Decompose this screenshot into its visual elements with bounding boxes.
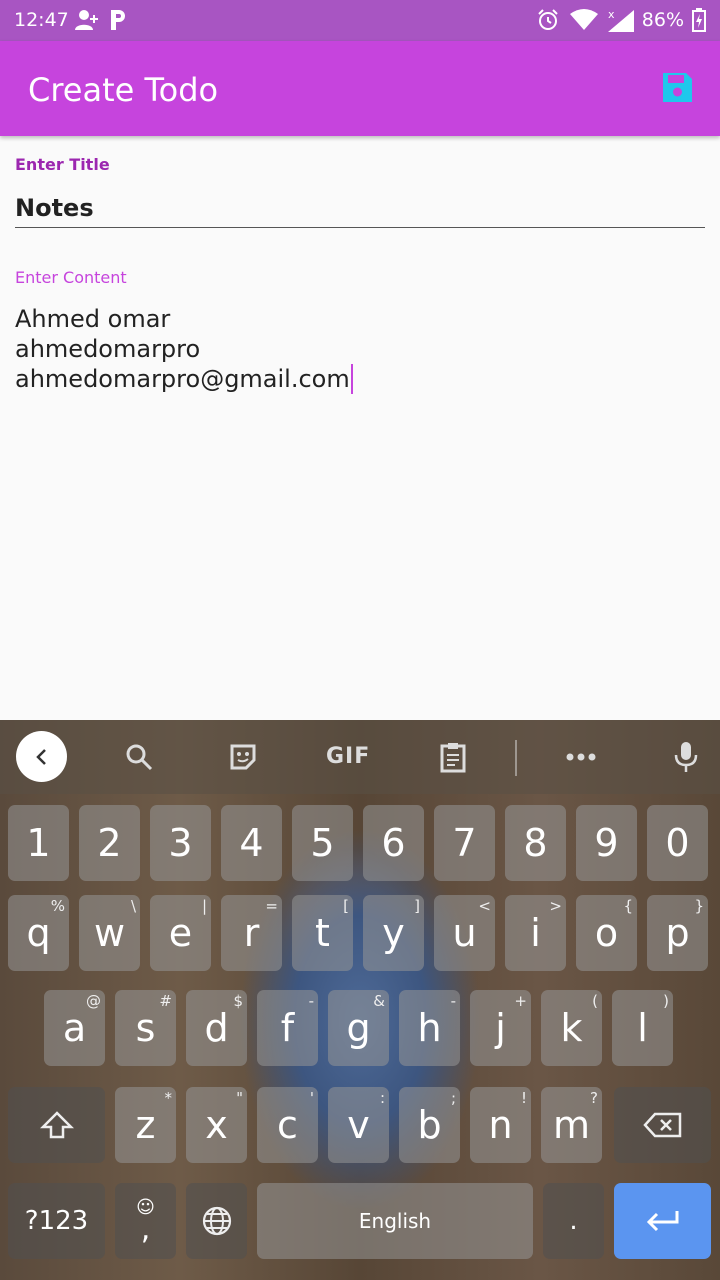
- key-v[interactable]: v:: [328, 1087, 389, 1163]
- parking-icon: [108, 8, 128, 37]
- key-4[interactable]: 4: [221, 805, 282, 881]
- content-line: ahmedomarpro@gmail.com: [15, 365, 350, 393]
- soft-keyboard: GIF 1 2 3 4 5 6 7 8 9 0 q% w \ e | r = t[ y…: [0, 720, 720, 1280]
- key-x[interactable]: x ": [186, 1087, 247, 1163]
- key-q[interactable]: q%: [8, 895, 69, 971]
- key-6[interactable]: 6: [363, 805, 424, 881]
- status-time: 12:47: [14, 9, 69, 31]
- key-m[interactable]: m?: [541, 1087, 602, 1163]
- key-e[interactable]: e |: [150, 895, 211, 971]
- key-k[interactable]: k(: [541, 990, 602, 1066]
- symbols-key[interactable]: ?123: [8, 1183, 105, 1259]
- key-7[interactable]: 7: [434, 805, 495, 881]
- add-person-icon: [74, 8, 100, 37]
- app-bar: Create Todo: [0, 41, 720, 136]
- content-line: ahmedomarpro: [15, 335, 201, 363]
- gif-button[interactable]: GIF: [326, 744, 370, 769]
- save-button[interactable]: [661, 71, 694, 104]
- comma-key[interactable]: ☺ ,: [115, 1183, 176, 1259]
- key-h[interactable]: h-: [399, 990, 460, 1066]
- back-icon[interactable]: [16, 731, 67, 782]
- text-caret: [350, 364, 353, 394]
- key-b[interactable]: b;: [399, 1087, 460, 1163]
- key-p[interactable]: p}: [647, 895, 708, 971]
- key-s[interactable]: s #: [115, 990, 176, 1066]
- key-2[interactable]: 2: [79, 805, 140, 881]
- key-9[interactable]: 9: [576, 805, 637, 881]
- key-d[interactable]: d $: [186, 990, 247, 1066]
- globe-icon: [202, 1206, 231, 1236]
- clipboard-icon[interactable]: [436, 740, 470, 774]
- key-i[interactable]: i >: [505, 895, 566, 971]
- key-j[interactable]: j +: [470, 990, 531, 1066]
- period-key[interactable]: .: [543, 1183, 604, 1259]
- key-o[interactable]: o{: [576, 895, 637, 971]
- key-n[interactable]: n!: [470, 1087, 531, 1163]
- key-y[interactable]: y]: [363, 895, 424, 971]
- key-z[interactable]: z *: [115, 1087, 176, 1163]
- key-5[interactable]: 5: [292, 805, 353, 881]
- content-input[interactable]: Ahmed omar ahmedomarpro ahmedomarpro@gma…: [15, 304, 705, 394]
- battery-percent: 86%: [641, 9, 684, 31]
- key-c[interactable]: c ': [257, 1087, 318, 1163]
- enter-key[interactable]: [614, 1183, 711, 1259]
- key-u[interactable]: u <: [434, 895, 495, 971]
- key-f[interactable]: f-: [257, 990, 318, 1066]
- keyboard-toolbar: GIF: [0, 720, 720, 794]
- signal-icon: x: [606, 8, 636, 39]
- key-3[interactable]: 3: [150, 805, 211, 881]
- more-icon[interactable]: [564, 740, 598, 774]
- key-r[interactable]: r =: [221, 895, 282, 971]
- wifi-icon: [569, 8, 599, 37]
- page-title: Create Todo: [28, 71, 219, 109]
- toolbar-divider: [515, 740, 517, 776]
- key-8[interactable]: 8: [505, 805, 566, 881]
- svg-text:x: x: [608, 8, 615, 21]
- enter-icon: [646, 1211, 678, 1232]
- title-input[interactable]: [15, 188, 705, 228]
- alarm-icon: [536, 8, 560, 37]
- key-w[interactable]: w \: [79, 895, 140, 971]
- key-t[interactable]: t[: [292, 895, 353, 971]
- battery-charging-icon: [692, 8, 706, 37]
- key-1[interactable]: 1: [8, 805, 69, 881]
- shift-icon: [39, 1111, 74, 1139]
- key-l[interactable]: l): [612, 990, 673, 1066]
- key-0[interactable]: 0: [647, 805, 708, 881]
- space-key[interactable]: English: [257, 1183, 533, 1259]
- search-icon[interactable]: [122, 740, 156, 774]
- language-key[interactable]: [186, 1183, 247, 1259]
- content-label: Enter Content: [15, 268, 127, 287]
- save-icon: [663, 73, 692, 102]
- status-bar: 12:47 x 86%: [0, 0, 720, 41]
- mic-icon[interactable]: [669, 740, 703, 774]
- backspace-key[interactable]: [614, 1087, 711, 1163]
- key-g[interactable]: g &: [328, 990, 389, 1066]
- shift-key[interactable]: [8, 1087, 105, 1163]
- backspace-icon: [642, 1112, 681, 1138]
- sticker-icon[interactable]: [226, 740, 260, 774]
- title-label: Enter Title: [15, 155, 110, 174]
- content-line: Ahmed omar: [15, 305, 171, 333]
- key-a[interactable]: a @: [44, 990, 105, 1066]
